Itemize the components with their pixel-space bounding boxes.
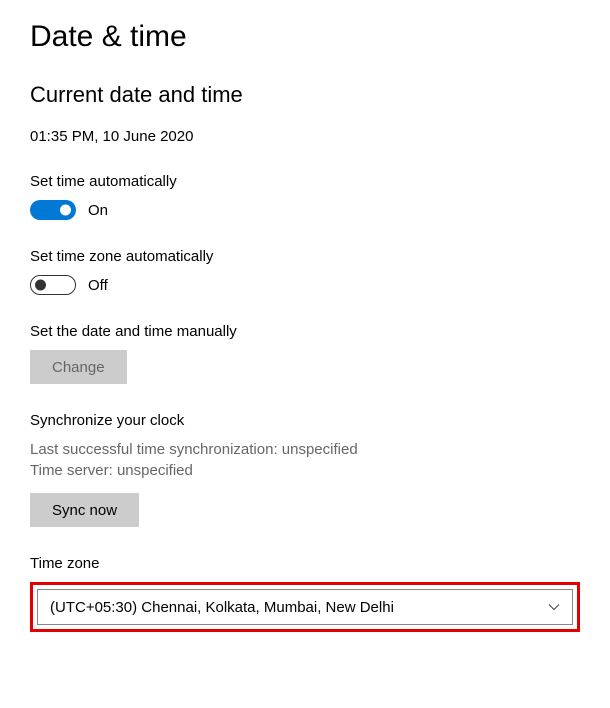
sync-now-button[interactable]: Sync now [30, 493, 139, 527]
sync-clock-heading: Synchronize your clock [30, 412, 580, 429]
current-datetime-value: 01:35 PM, 10 June 2020 [30, 128, 580, 145]
auto-tz-label: Set time zone automatically [30, 248, 580, 265]
auto-tz-state: Off [88, 277, 108, 294]
auto-time-label: Set time automatically [30, 173, 580, 190]
time-zone-highlight: (UTC+05:30) Chennai, Kolkata, Mumbai, Ne… [30, 582, 580, 632]
current-datetime-heading: Current date and time [30, 82, 580, 108]
page-title: Date & time [30, 20, 580, 54]
chevron-down-icon [548, 601, 560, 613]
time-zone-select[interactable]: (UTC+05:30) Chennai, Kolkata, Mumbai, Ne… [37, 589, 573, 625]
auto-time-toggle[interactable] [30, 200, 76, 220]
time-zone-label: Time zone [30, 555, 580, 572]
auto-tz-toggle[interactable] [30, 275, 76, 295]
sync-server-text: Time server: unspecified [30, 460, 580, 481]
sync-last-text: Last successful time synchronization: un… [30, 439, 580, 460]
time-zone-value: (UTC+05:30) Chennai, Kolkata, Mumbai, Ne… [50, 599, 394, 616]
auto-time-state: On [88, 202, 108, 219]
change-button: Change [30, 350, 127, 384]
manual-datetime-label: Set the date and time manually [30, 323, 580, 340]
